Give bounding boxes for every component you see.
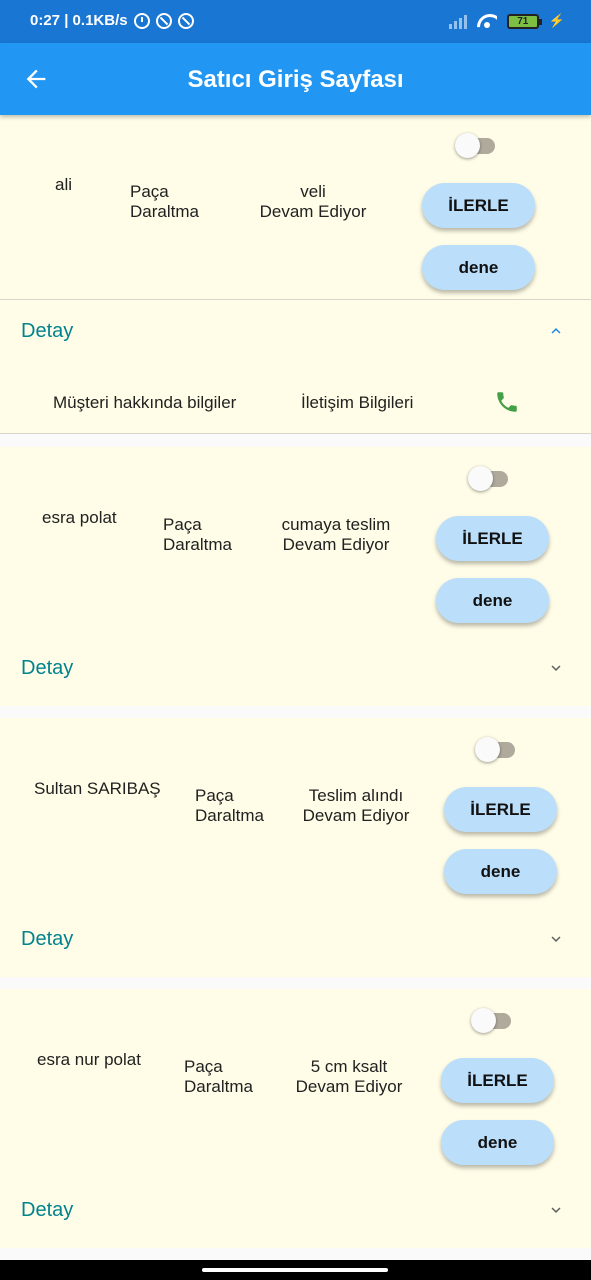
order-note: Teslim alındı Devam Ediyor [302,786,410,825]
detay-toggle[interactable]: Detay [0,637,591,697]
blocked-icon [177,12,194,29]
order-card: ali Paça Daraltma veli Devam Ediyor İLER… [0,115,591,434]
blocked-icon [155,12,172,29]
app-bar: Satıcı Giriş Sayfası [0,43,591,115]
status-toggle[interactable] [471,1006,517,1034]
battery-icon: 71 [506,13,542,29]
customer-name: esra polat [42,508,117,527]
home-handle[interactable] [202,1268,388,1272]
customer-name: esra nur polat [37,1050,141,1069]
dene-button[interactable]: dene [422,245,535,290]
card-divider [0,433,591,434]
chevron-up-icon [551,328,561,334]
operation-name: Paça Daraltma [184,1057,253,1096]
ilerle-button[interactable]: İLERLE [422,183,535,228]
charging-icon: ⚡ [548,13,565,28]
customer-info-text: Müşteri hakkında bilgiler [53,393,237,412]
order-note: veli Devam Ediyor [259,182,367,221]
detay-toggle[interactable]: Detay [0,908,591,968]
dene-button[interactable]: dene [436,578,549,623]
chevron-down-icon [551,936,561,942]
order-card: esra nur polat Paça Daraltma 5 cm ksalt … [0,989,591,1248]
status-bar: 0:27 | 0.1KB/s 71 ⚡ [0,0,591,43]
customer-name: ali [55,175,73,194]
status-left: 0:27 | 0.1KB/s [30,12,194,29]
order-note: 5 cm ksalt Devam Ediyor [295,1057,403,1096]
operation-name: Paça Daraltma [195,786,264,825]
wifi-icon [477,14,497,28]
alarm-icon [133,12,150,29]
customer-name: Sultan SARIBAŞ [34,779,161,798]
operation-name: Paça Daraltma [130,182,199,221]
detay-label: Detay [21,1199,74,1221]
order-card: Sultan SARIBAŞ Paça Daraltma Teslim alın… [0,718,591,977]
phone-icon[interactable] [494,389,520,415]
status-toggle[interactable] [468,464,514,492]
status-right: 71 ⚡ [448,13,565,29]
page-title: Satıcı Giriş Sayfası [187,66,404,93]
chevron-down-icon [551,665,561,671]
order-card: esra polat Paça Daraltma cumaya teslim D… [0,447,591,706]
chevron-down-icon [551,1207,561,1213]
detay-label: Detay [21,928,74,950]
system-nav-bar [0,1260,591,1280]
ilerle-button[interactable]: İLERLE [444,787,557,832]
dene-button[interactable]: dene [444,849,557,894]
contact-info-text: İletişim Bilgileri [301,393,414,412]
signal-icon [448,14,467,29]
order-list: ali Paça Daraltma veli Devam Ediyor İLER… [0,115,591,1260]
ilerle-button[interactable]: İLERLE [436,516,549,561]
detay-toggle[interactable]: Detay [0,1179,591,1239]
order-note: cumaya teslim Devam Ediyor [281,515,391,554]
operation-name: Paça Daraltma [163,515,232,554]
status-toggle[interactable] [455,131,501,159]
detay-toggle[interactable]: Detay [0,300,591,360]
status-toggle[interactable] [475,735,521,763]
detay-label: Detay [21,320,74,342]
dene-button[interactable]: dene [441,1120,554,1165]
ilerle-button[interactable]: İLERLE [441,1058,554,1103]
status-text: 0:27 | 0.1KB/s [30,12,128,29]
detay-label: Detay [21,657,74,679]
